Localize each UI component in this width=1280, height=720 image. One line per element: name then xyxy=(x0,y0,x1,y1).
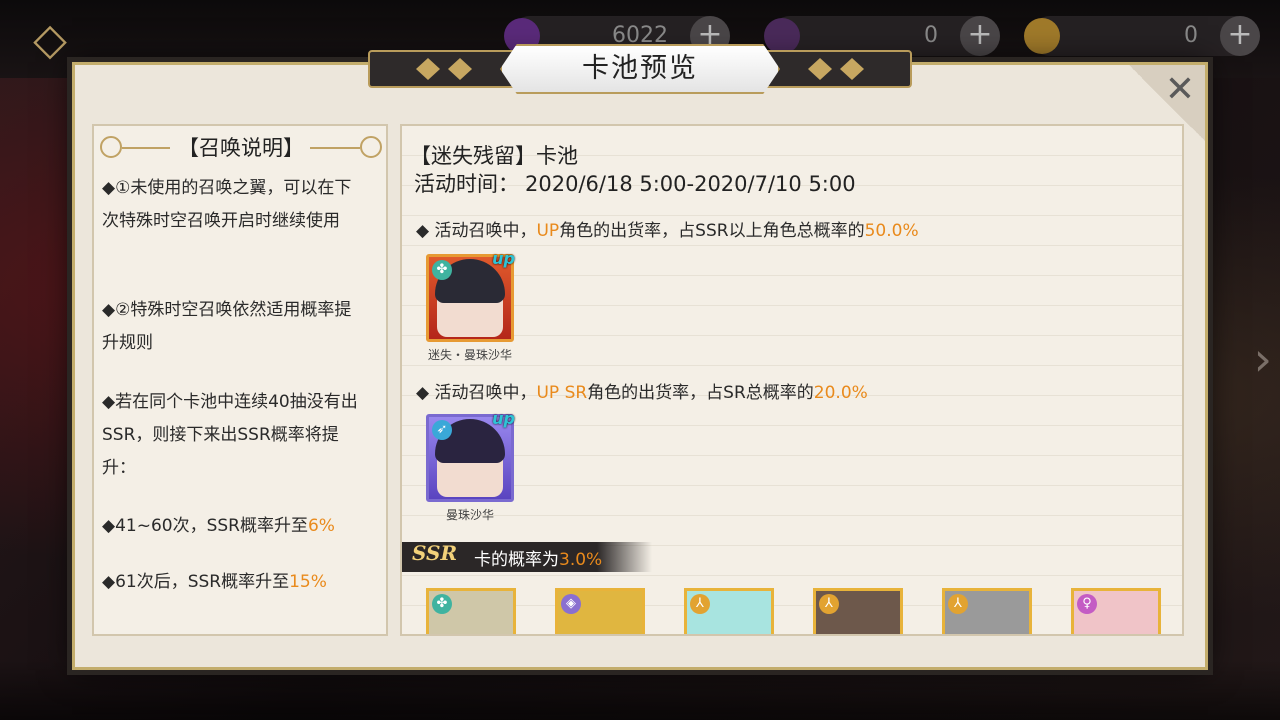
up-ssr-note: ◆ 活动召唤中，UP角色的出货率，占SSR以上角色总概率的50.0% xyxy=(416,216,919,241)
ssr-card[interactable]: ⅄ xyxy=(813,588,903,634)
note-text: ◆ 活动召唤中， xyxy=(416,383,537,403)
rule-item: ◆41~60次，SSR概率升至6% xyxy=(102,510,364,543)
note-highlight: UP xyxy=(536,221,560,241)
ssr-card[interactable]: ⅄ xyxy=(684,588,774,634)
ssr-rate-text: 卡的概率为3.0% xyxy=(474,545,602,570)
person-icon: ⅄ xyxy=(948,594,968,614)
dialog-title: 卡池预览 xyxy=(582,53,698,84)
note-text: 角色的出货率，占SR总概率的 xyxy=(587,383,814,403)
dialog-title-bar: 卡池预览 xyxy=(368,44,912,94)
resource-value: 0 xyxy=(924,23,938,48)
rule-item: ◆61次后，SSR概率升至15% xyxy=(102,566,364,599)
note-text: 角色的出货率，占SSR以上角色总概率的 xyxy=(559,221,865,241)
card-name: 曼珠沙华 xyxy=(445,508,494,522)
ssr-badge: SSR xyxy=(412,541,458,565)
ssr-rate-band: SSR 卡的概率为3.0% xyxy=(402,541,652,572)
chevron-right-icon[interactable]: › xyxy=(1254,332,1272,386)
time-label: 活动时间： xyxy=(414,172,519,196)
up-ssr-card[interactable]: ✤ up xyxy=(426,249,515,342)
person-icon: ⅄ xyxy=(819,594,839,614)
ssr-card[interactable]: ◈ xyxy=(555,588,645,634)
pool-time: 活动时间： 2020/6/18 5:00-2020/7/10 5:00 xyxy=(414,168,856,198)
person-icon: ⅄ xyxy=(690,594,710,614)
female-icon: ♀ xyxy=(1077,594,1097,614)
ssr-card[interactable]: ⅄ xyxy=(942,588,1032,634)
up-badge: up xyxy=(492,249,515,268)
rule-text: ◆41~60次，SSR概率升至 xyxy=(102,516,308,536)
up-badge: up xyxy=(492,409,515,428)
card-name: 迷失・曼珠沙华 xyxy=(427,348,512,362)
rule-item: ◆②特殊时空召唤依然适用概率提升规则 xyxy=(102,300,352,353)
ssr-card[interactable]: ✤ xyxy=(426,588,516,634)
rule-item: ◆①未使用的召唤之翼，可以在下次特殊时空召唤开启时继续使用 xyxy=(102,178,352,231)
resource-value: 0 xyxy=(1184,23,1198,48)
bow-icon: ➶ xyxy=(432,420,452,440)
up-sr-note: ◆ 活动召唤中，UP SR角色的出货率，占SR总概率的20.0% xyxy=(416,378,868,403)
back-arrow-icon[interactable]: ◇ xyxy=(24,14,76,66)
rate-value: 3.0% xyxy=(559,550,603,570)
note-rate: 20.0% xyxy=(813,383,868,403)
add-coins-button[interactable]: + xyxy=(1220,16,1260,56)
pool-info-panel[interactable]: 【迷失残留】卡池 活动时间： 2020/6/18 5:00-2020/7/10 5… xyxy=(400,124,1184,636)
rule-rate: 6% xyxy=(307,516,335,536)
rules-title: 【召唤说明】 xyxy=(178,136,304,160)
shield-icon: ◈ xyxy=(561,594,581,614)
clover-icon: ✤ xyxy=(432,594,452,614)
resource-coins: 0 + xyxy=(1024,16,1260,56)
pool-name: 【迷失残留】卡池 xyxy=(410,144,578,168)
ssr-card[interactable]: ♀ xyxy=(1071,588,1161,634)
up-sr-card[interactable]: ➶ up xyxy=(426,409,515,502)
rule-item: ◆若在同个卡池中连续40抽没有出SSR，则接下来出SSR概率将提升： xyxy=(102,392,358,478)
clover-icon: ✤ xyxy=(432,260,452,280)
time-value: 2020/6/18 5:00-2020/7/10 5:00 xyxy=(525,172,856,196)
rate-label: 卡的概率为 xyxy=(474,550,559,570)
add-crystals-button[interactable]: + xyxy=(960,16,1000,56)
rules-header: 【召唤说明】 xyxy=(100,132,382,164)
rule-text: ◆61次后，SSR概率升至 xyxy=(102,572,290,592)
summon-rules-panel: 【召唤说明】 ◆①未使用的召唤之翼，可以在下次特殊时空召唤开启时继续使用 ◆②特… xyxy=(92,124,388,636)
note-highlight: UP SR xyxy=(536,383,588,403)
close-icon: ✕ xyxy=(1164,69,1195,110)
coin-icon xyxy=(1024,18,1060,54)
note-text: ◆ 活动召唤中， xyxy=(416,221,537,241)
note-rate: 50.0% xyxy=(864,221,919,241)
rule-rate: 15% xyxy=(289,572,327,592)
